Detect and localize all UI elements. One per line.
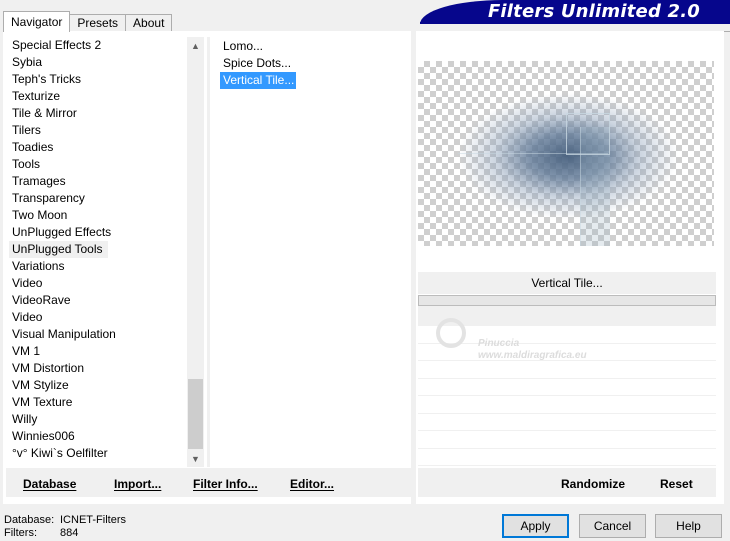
scroll-thumb[interactable] [188, 379, 203, 449]
database-label: Database: [4, 514, 55, 526]
control-header [418, 306, 716, 326]
control-rows [418, 326, 716, 466]
editor-button[interactable]: Editor... [290, 477, 334, 491]
banner-underline [420, 22, 730, 24]
randomize-button[interactable]: Randomize [561, 477, 625, 491]
filter-info-button[interactable]: Filter Info... [193, 477, 258, 491]
control-row [418, 449, 716, 466]
category-item[interactable]: Tools [9, 156, 187, 173]
help-button[interactable]: Help [655, 514, 722, 538]
list-divider [207, 37, 210, 467]
category-item[interactable]: Visual Manipulation [9, 326, 187, 343]
preview-blob [458, 81, 678, 231]
cancel-button[interactable]: Cancel [579, 514, 646, 538]
apply-button[interactable]: Apply [502, 514, 569, 538]
control-row [418, 361, 716, 379]
tab-about[interactable]: About [125, 14, 173, 32]
progress-bar [418, 295, 716, 306]
category-item[interactable]: VM Stylize [9, 377, 187, 394]
category-item[interactable]: Winnies006 [9, 428, 187, 445]
tab-bar: Navigator Presets About [3, 11, 173, 32]
control-row [418, 379, 716, 396]
category-item[interactable]: Variations [9, 258, 187, 275]
title-banner: Filters Unlimited 2.0 [420, 0, 730, 24]
category-item[interactable]: VM 1 [9, 343, 187, 360]
preview-tile-frame [566, 113, 610, 155]
control-row [418, 396, 716, 414]
category-list[interactable]: Special Effects 2 Sybia Teph's Tricks Textu… [9, 37, 187, 467]
category-item[interactable]: VideoRave [9, 292, 187, 309]
database-value: ICNET-Filters [60, 514, 126, 526]
category-item[interactable]: Willy [9, 411, 187, 428]
category-item[interactable]: Video [9, 275, 187, 292]
category-item[interactable]: Tramages [9, 173, 187, 190]
category-item[interactable]: VM Texture [9, 394, 187, 411]
filter-item[interactable]: Lomo... [220, 38, 408, 55]
category-item[interactable]: Teph's Tricks [9, 71, 187, 88]
filter-item[interactable]: Vertical Tile... [220, 72, 297, 89]
import-button[interactable]: Import... [114, 477, 161, 491]
category-item[interactable]: Transparency [9, 190, 187, 207]
app-title: Filters Unlimited 2.0 [487, 1, 700, 22]
chevron-up-icon[interactable]: ▲ [187, 37, 204, 54]
filter-item[interactable]: Spice Dots... [220, 55, 408, 72]
category-item[interactable]: Toadies [9, 139, 187, 156]
category-scrollbar[interactable]: ▲ ▼ [187, 37, 204, 467]
category-item[interactable]: UnPlugged Effects [9, 224, 187, 241]
database-button[interactable]: Database [23, 477, 76, 491]
control-row [418, 326, 716, 344]
preview-image [418, 61, 714, 246]
reset-button[interactable]: Reset [660, 477, 693, 491]
category-item[interactable]: °v° Kiwi`s Oelfilter [9, 445, 187, 462]
category-item[interactable]: UnPlugged Tools [9, 241, 108, 258]
category-item[interactable]: Video [9, 309, 187, 326]
category-item[interactable]: VM Distortion [9, 360, 187, 377]
filters-label: Filters: [4, 527, 37, 539]
control-row [418, 414, 716, 431]
filter-list[interactable]: Lomo... Spice Dots... Vertical Tile... [220, 38, 408, 466]
filters-count: 884 [60, 527, 79, 539]
tab-presets[interactable]: Presets [69, 14, 127, 32]
category-item[interactable]: Tile & Mirror [9, 105, 187, 122]
control-row [418, 431, 716, 449]
tab-navigator[interactable]: Navigator [3, 11, 71, 32]
category-item[interactable]: Texturize [9, 88, 187, 105]
category-item[interactable]: Two Moon [9, 207, 187, 224]
filter-name-display: Vertical Tile... [418, 272, 716, 294]
panel-divider [411, 31, 416, 504]
control-row [418, 344, 716, 361]
category-item[interactable]: Sybia [9, 54, 187, 71]
category-item[interactable]: Special Effects 2 [9, 37, 187, 54]
chevron-down-icon[interactable]: ▼ [187, 450, 204, 467]
category-item[interactable]: Tilers [9, 122, 187, 139]
